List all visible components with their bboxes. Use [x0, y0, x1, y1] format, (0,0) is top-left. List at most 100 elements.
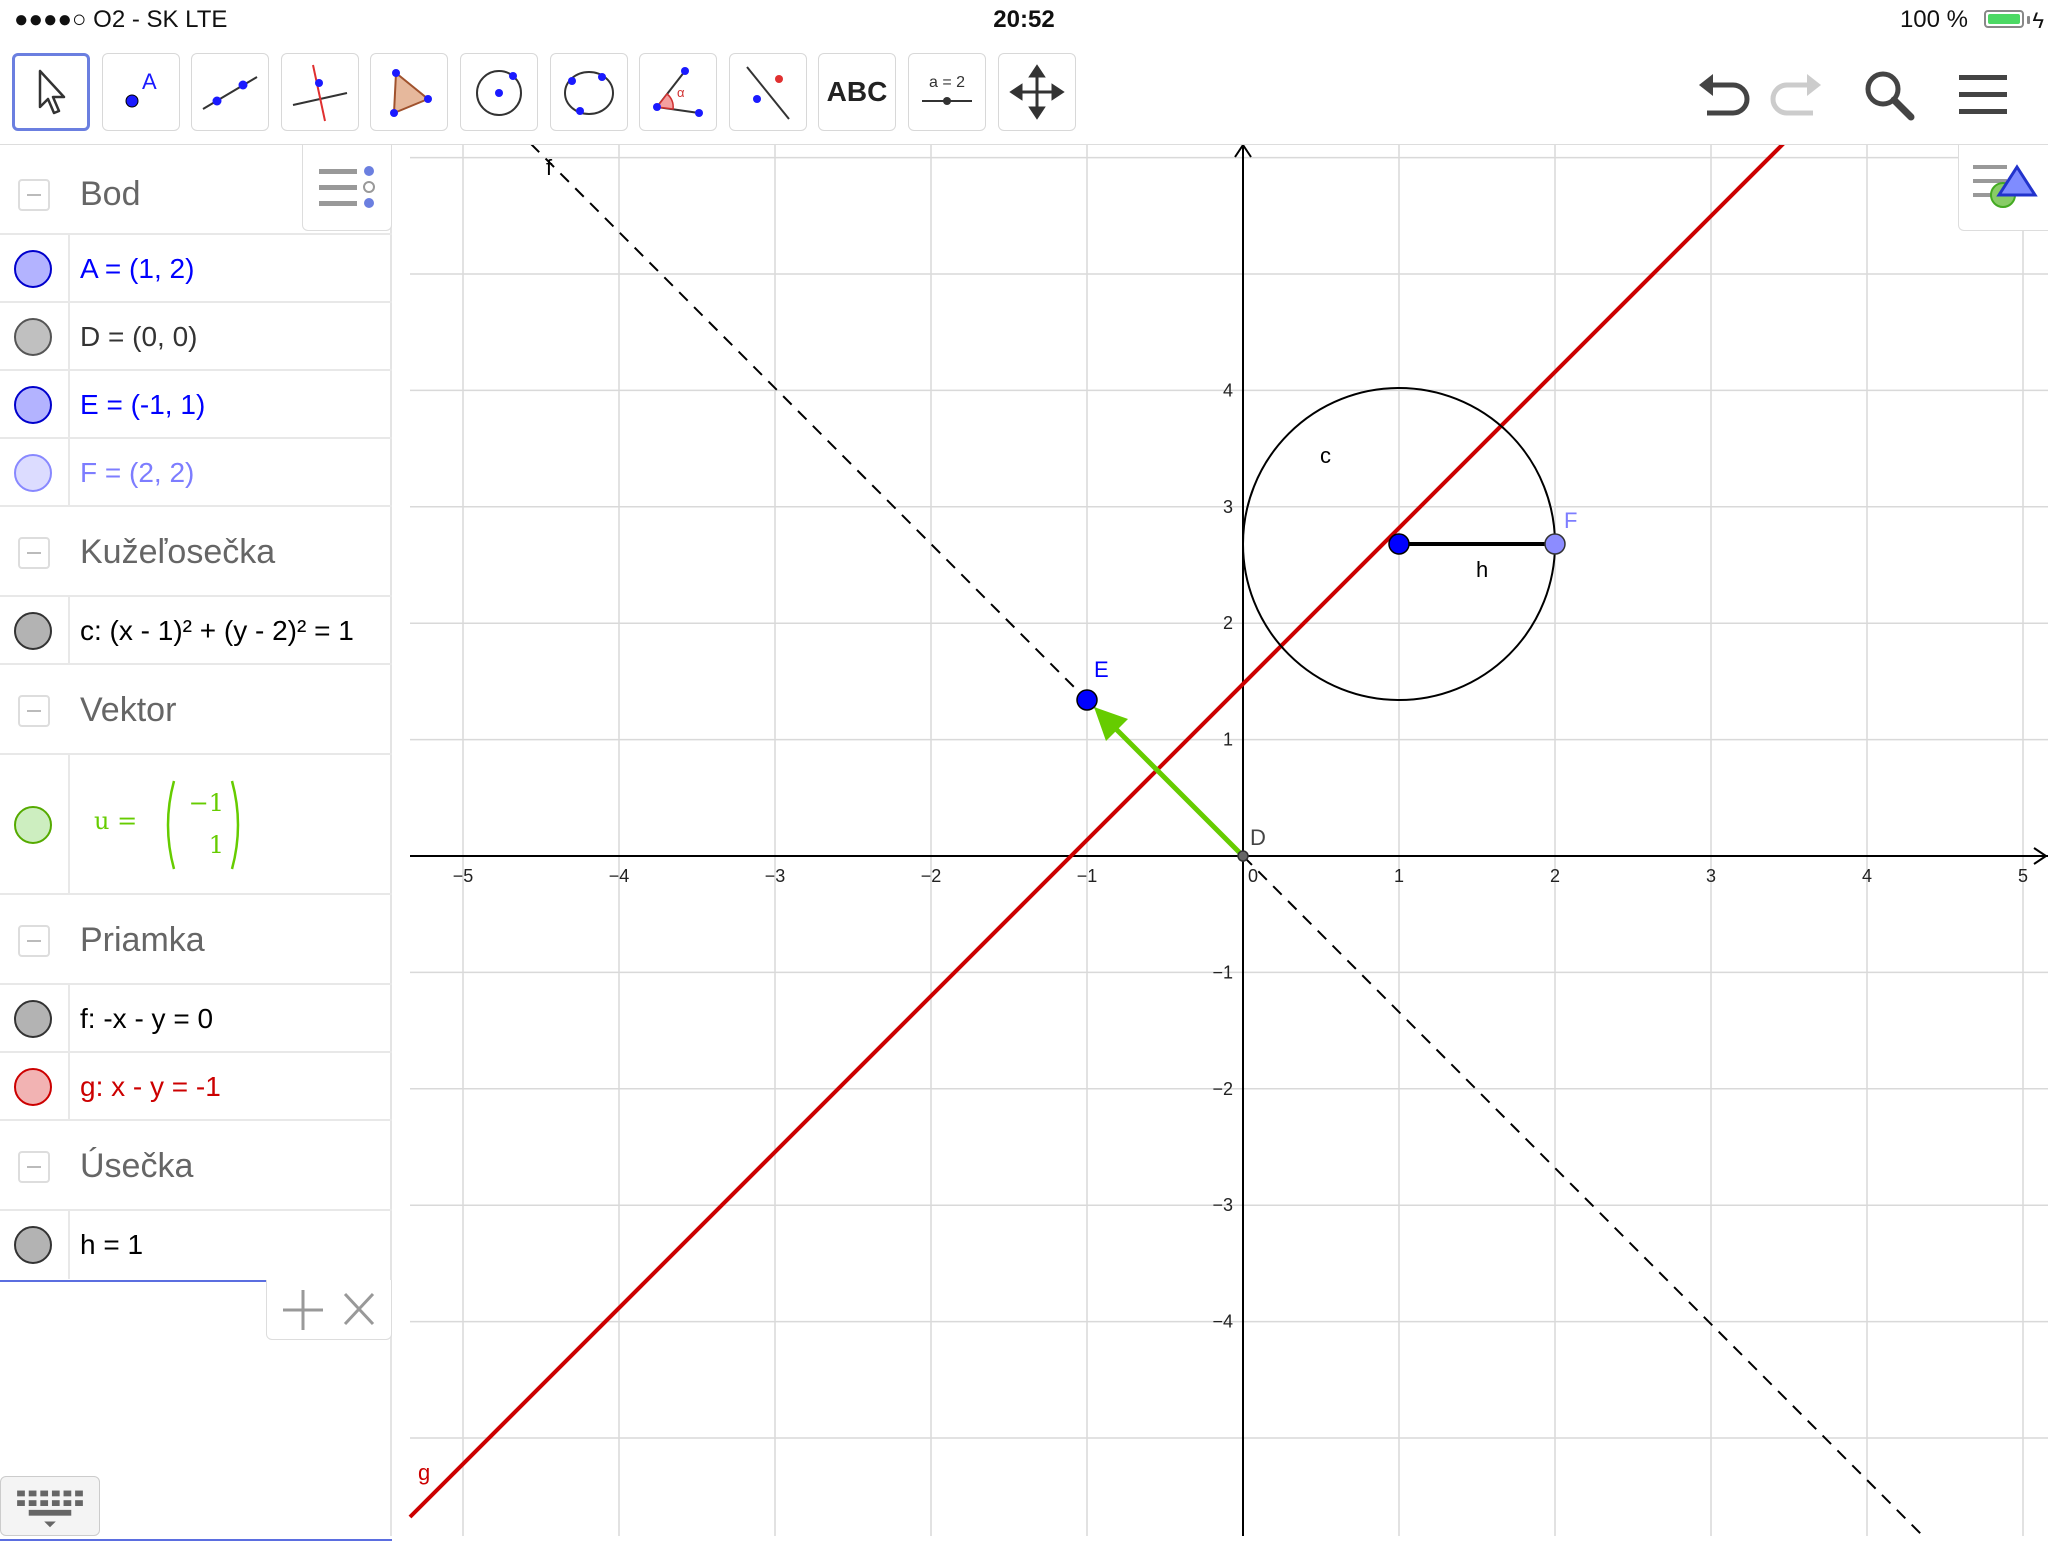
label-h: h [1476, 557, 1488, 582]
x-tick-label: 1 [1394, 866, 1404, 886]
x-tick-label: −5 [453, 866, 474, 886]
circle-center-tool-button[interactable] [460, 53, 538, 131]
graphics-view[interactable]: −5 −4 −3 −2 −1 0 1 2 3 4 5 4 3 2 1 −1 −2 −3 −4 f g c h F … [394, 145, 2048, 1536]
group-header-kuzelosecka[interactable]: Kužeľosečka [0, 507, 392, 597]
battery-percent: 100 % [1899, 6, 1968, 33]
undo-button[interactable] [1688, 60, 1758, 130]
redo-button[interactable] [1762, 60, 1832, 130]
collapse-icon[interactable] [18, 925, 50, 957]
group-header-vektor[interactable]: Vektor [0, 665, 392, 755]
algebra-item-F[interactable]: F = (2, 2) [0, 439, 392, 507]
toolbar: A α ABC a = 2 [0, 40, 2048, 145]
algebra-text-A[interactable]: A = (1, 2) [80, 253, 194, 285]
visibility-toggle-g[interactable] [14, 1068, 52, 1106]
point-tool-button[interactable]: A [102, 53, 180, 131]
algebra-text-h[interactable]: h = 1 [80, 1229, 143, 1261]
visibility-toggle-c[interactable] [14, 612, 52, 650]
y-tick-label: 3 [1223, 497, 1233, 517]
move-view-tool-button[interactable] [998, 53, 1076, 131]
algebra-text-g[interactable]: g: x - y = -1 [80, 1071, 221, 1103]
collapse-icon[interactable] [18, 1151, 50, 1183]
collapse-icon[interactable] [18, 179, 50, 211]
perpendicular-tool-button[interactable] [281, 53, 359, 131]
label-f: f [546, 155, 553, 180]
x-tick-label: −4 [609, 866, 630, 886]
group-title: Úsečka [80, 1147, 194, 1185]
label-E: E [1094, 657, 1109, 682]
point-D[interactable] [1237, 850, 1249, 862]
line-g[interactable] [408, 145, 1824, 1519]
main-menu-button[interactable] [1948, 60, 2018, 130]
algebra-item-g[interactable]: g: x - y = -1 [0, 1053, 392, 1121]
keyboard-button[interactable] [0, 1476, 100, 1536]
svg-text:A: A [142, 69, 157, 94]
algebra-item-E[interactable]: E = (-1, 1) [0, 371, 392, 439]
line-f[interactable] [501, 145, 1969, 1536]
redo-icon [1770, 74, 1821, 116]
line-tool-button[interactable] [191, 53, 269, 131]
plus-icon [283, 1290, 323, 1330]
algebra-item-f[interactable]: f: -x - y = 0 [0, 985, 392, 1053]
point-F[interactable] [1544, 533, 1566, 555]
close-icon [343, 1292, 375, 1326]
x-tick-label: 5 [2018, 866, 2028, 886]
algebra-item-A[interactable]: A = (1, 2) [0, 235, 392, 303]
algebra-text-E[interactable]: E = (-1, 1) [80, 389, 205, 421]
group-header-usecka[interactable]: Úsečka [0, 1121, 392, 1211]
y-tick-label: −4 [1212, 1312, 1233, 1332]
undo-icon [1699, 74, 1750, 116]
point-A[interactable] [1388, 533, 1410, 555]
visibility-toggle-F[interactable] [14, 454, 52, 492]
visibility-toggle-E[interactable] [14, 386, 52, 424]
y-tick-label: −2 [1212, 1079, 1233, 1099]
text-icon: ABC [826, 76, 888, 107]
search-button[interactable] [1854, 60, 1924, 130]
angle-tool-button[interactable]: α [639, 53, 717, 131]
collapse-icon[interactable] [18, 537, 50, 569]
algebra-text-F[interactable]: F = (2, 2) [80, 457, 194, 489]
polygon-tool-button[interactable] [370, 53, 448, 131]
svg-text:α: α [677, 85, 685, 100]
visibility-toggle-h[interactable] [14, 1226, 52, 1264]
input-buttons [266, 1280, 392, 1340]
algebra-sort-button[interactable] [302, 145, 392, 231]
group-header-priamka[interactable]: Priamka [0, 895, 392, 985]
visibility-toggle-f[interactable] [14, 1000, 52, 1038]
algebra-item-c[interactable]: c: (x - 1)² + (y - 2)² = 1 [0, 597, 392, 665]
search-icon [1865, 71, 1915, 121]
algebra-item-D[interactable]: D = (0, 0) [0, 303, 392, 371]
input-buttons-icons [283, 1290, 375, 1330]
label-c: c [1320, 443, 1331, 468]
label-D: D [1250, 825, 1266, 850]
circle-three-points-tool-button[interactable] [550, 53, 628, 131]
reflect-tool-button[interactable] [729, 53, 807, 131]
y-tick-label: 2 [1223, 613, 1233, 633]
algebra-item-h[interactable]: h = 1 [0, 1211, 392, 1279]
algebra-text-c[interactable]: c: (x - 1)² + (y - 2)² = 1 [80, 615, 354, 647]
input-border-bottom [0, 1539, 392, 1541]
reflect-about-line-icon [746, 66, 790, 120]
visibility-toggle-u[interactable] [14, 806, 52, 844]
vector-y: 1 [208, 831, 224, 859]
x-tick-label: 3 [1706, 866, 1716, 886]
vector-name[interactable]: u = [94, 807, 137, 835]
charging-icon: ϟ [2032, 8, 2044, 33]
algebra-item-u[interactable]: u = −1 1 [0, 755, 392, 895]
point-icon: A [125, 69, 157, 108]
style-bar-icon [1973, 164, 2038, 208]
keyboard-icon [17, 1490, 83, 1528]
algebra-text-f[interactable]: f: -x - y = 0 [80, 1003, 213, 1035]
x-tick-label: −2 [921, 866, 942, 886]
text-tool-button[interactable]: ABC [818, 53, 896, 131]
status-bar: ●●●●○ O2 - SK LTE 20:52 100 % ϟ [0, 0, 2048, 40]
slider-tool-button[interactable]: a = 2 [908, 53, 986, 131]
x-tick-label: 2 [1550, 866, 1560, 886]
visibility-toggle-D[interactable] [14, 318, 52, 356]
graphics-style-button[interactable] [1958, 145, 2048, 231]
visibility-toggle-A[interactable] [14, 250, 52, 288]
move-tool-button[interactable] [12, 53, 90, 131]
collapse-icon[interactable] [18, 695, 50, 727]
graphics-canvas[interactable]: −5 −4 −3 −2 −1 0 1 2 3 4 5 4321−1−2−3−4 f g c h F … [394, 145, 2048, 1536]
point-E[interactable] [1076, 689, 1098, 711]
algebra-text-D[interactable]: D = (0, 0) [80, 321, 197, 353]
